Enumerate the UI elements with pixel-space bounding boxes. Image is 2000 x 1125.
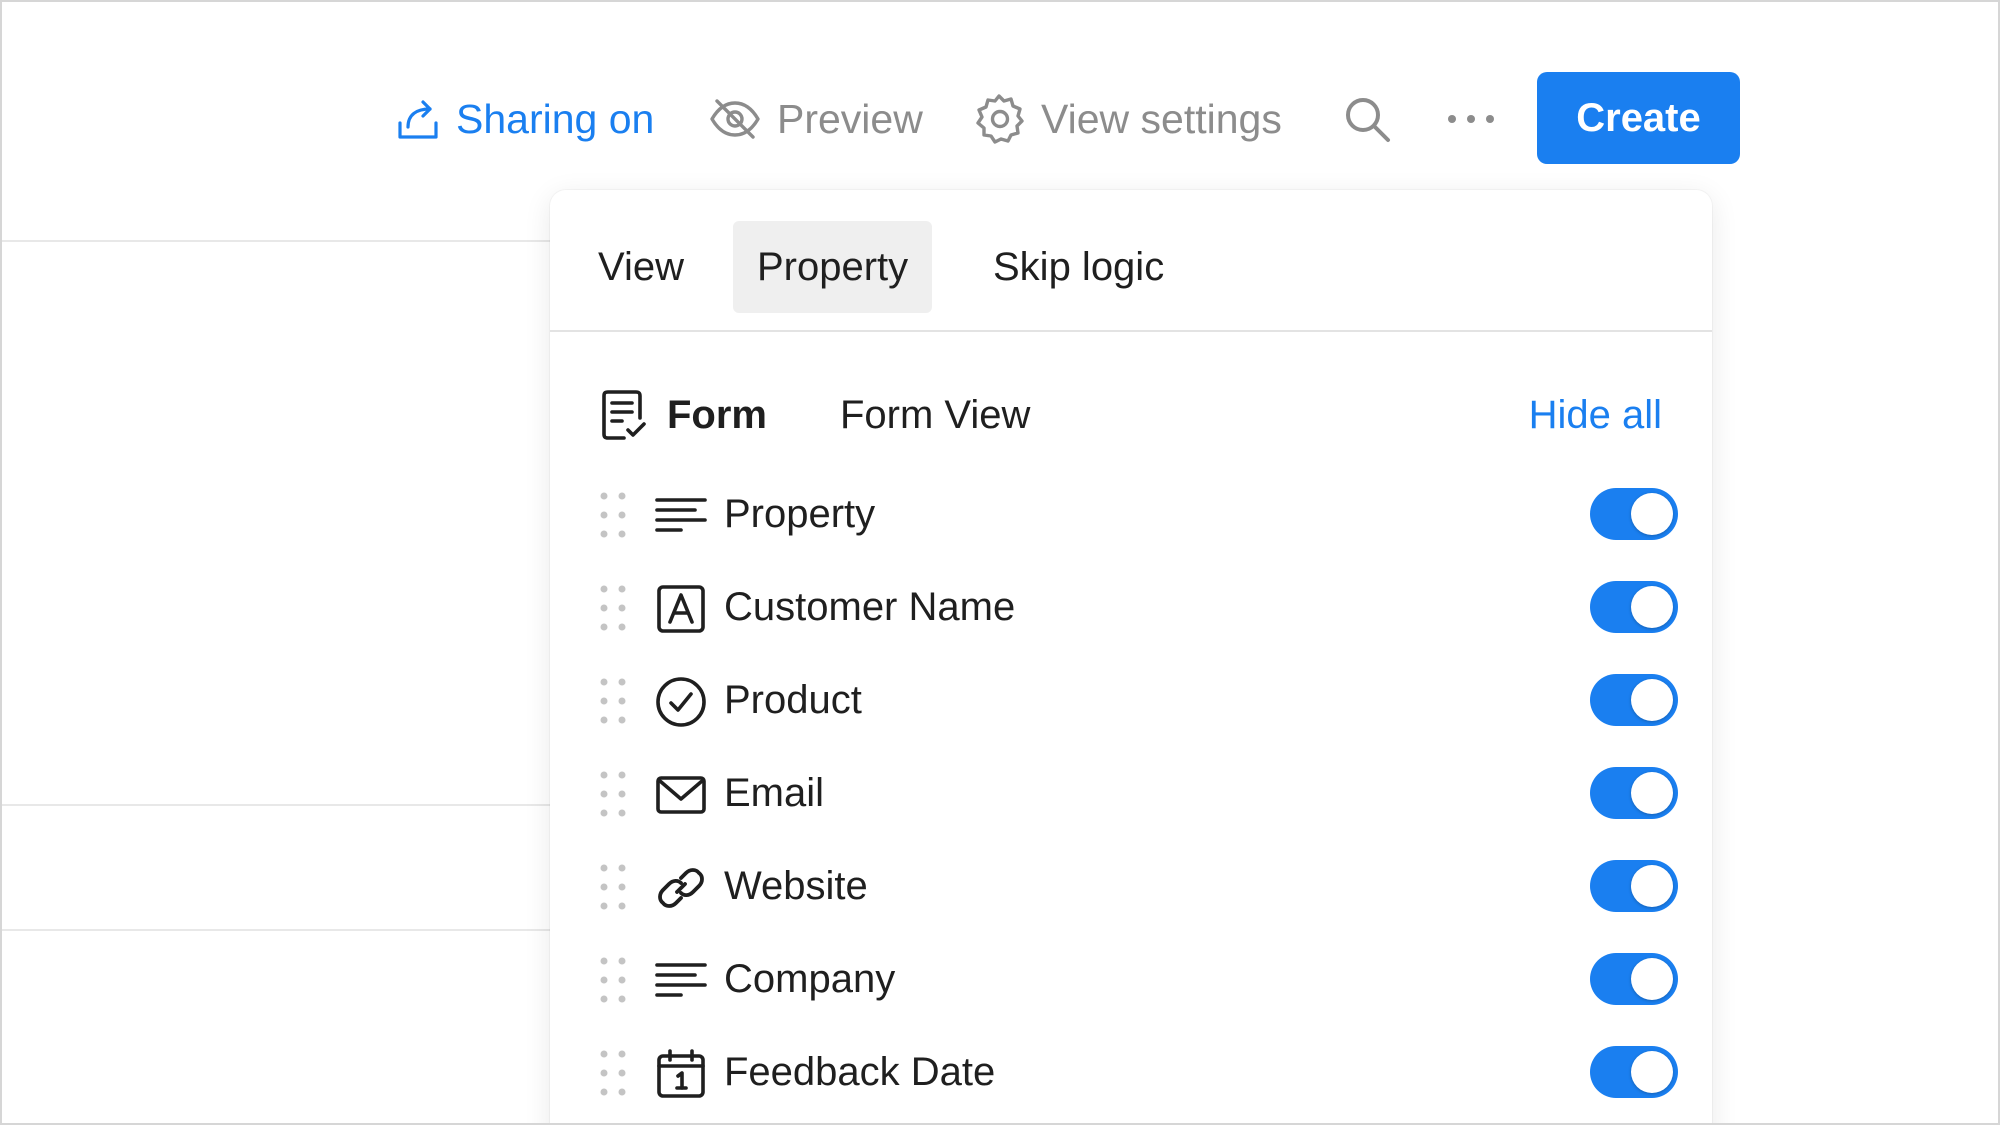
create-button[interactable]: Create: [1537, 72, 1740, 164]
gear-icon: [973, 93, 1025, 145]
toggle-knob: [1631, 865, 1673, 907]
property-row-company: Company: [550, 933, 1712, 1026]
eye-off-icon: [709, 97, 761, 141]
property-row-product: Product: [550, 654, 1712, 747]
toggle-knob: [1631, 493, 1673, 535]
visibility-toggle[interactable]: [1590, 581, 1678, 633]
search-button[interactable]: [1342, 72, 1392, 166]
visibility-toggle[interactable]: [1590, 674, 1678, 726]
property-row-website: Website: [550, 840, 1712, 933]
property-label: Property: [724, 492, 876, 536]
visibility-toggle[interactable]: [1590, 1046, 1678, 1098]
search-icon: [1342, 94, 1392, 144]
form-view-name: Form View: [840, 392, 1031, 437]
view-settings-button[interactable]: View settings: [973, 72, 1282, 166]
toggle-knob: [1631, 958, 1673, 1000]
visibility-toggle[interactable]: [1590, 767, 1678, 819]
tab-view[interactable]: View: [574, 221, 708, 313]
view-settings-label: View settings: [1041, 95, 1282, 142]
drag-handle-icon[interactable]: [598, 491, 628, 544]
property-list: Property Customer Name Product Email Web…: [550, 468, 1712, 1119]
title-a-icon: [655, 583, 707, 635]
toggle-knob: [1631, 772, 1673, 814]
visibility-toggle[interactable]: [1590, 953, 1678, 1005]
app-window: Sharing on Preview View settings Create …: [0, 0, 2000, 1125]
drag-handle-icon[interactable]: [598, 677, 628, 730]
property-row-feedback-date: Feedback Date: [550, 1026, 1712, 1119]
toggle-knob: [1631, 1051, 1673, 1093]
tab-property[interactable]: Property: [733, 221, 933, 313]
form-type-label: Form: [667, 392, 767, 437]
more-options-button[interactable]: [1446, 72, 1496, 166]
check-circle-icon: [655, 676, 707, 728]
property-row-email: Email: [550, 747, 1712, 840]
more-dots-icon: [1446, 113, 1496, 125]
sharing-label: Sharing on: [456, 95, 655, 142]
property-row-customer-name: Customer Name: [550, 561, 1712, 654]
text-lines-icon: [655, 955, 707, 1007]
drag-handle-icon[interactable]: [598, 863, 628, 916]
sharing-button[interactable]: Sharing on: [396, 72, 654, 166]
property-label: Product: [724, 678, 862, 722]
property-label: Customer Name: [724, 585, 1016, 629]
preview-label: Preview: [777, 95, 923, 142]
view-settings-panel: View Property Skip logic Form Form View …: [550, 190, 1712, 1123]
property-label: Website: [724, 864, 868, 908]
hide-all-button[interactable]: Hide all: [1529, 380, 1662, 450]
form-icon: [600, 388, 648, 447]
visibility-toggle[interactable]: [1590, 860, 1678, 912]
property-label: Email: [724, 771, 825, 815]
link-icon: [655, 862, 707, 914]
background-divider: [2, 929, 562, 931]
property-label: Feedback Date: [724, 1050, 996, 1094]
drag-handle-icon[interactable]: [598, 584, 628, 637]
drag-handle-icon[interactable]: [598, 770, 628, 823]
property-row-property: Property: [550, 468, 1712, 561]
visibility-toggle[interactable]: [1590, 488, 1678, 540]
share-icon: [396, 97, 440, 141]
background-divider: [2, 240, 562, 242]
preview-button[interactable]: Preview: [709, 72, 923, 166]
panel-tabs: View Property Skip logic: [550, 221, 1712, 313]
tab-skip-logic[interactable]: Skip logic: [969, 221, 1188, 313]
toggle-knob: [1631, 679, 1673, 721]
background-divider: [2, 804, 562, 806]
toggle-knob: [1631, 586, 1673, 628]
property-label: Company: [724, 957, 896, 1001]
tabs-divider: [550, 330, 1712, 332]
envelope-icon: [655, 769, 707, 821]
form-header: Form Form View Hide all: [600, 380, 1662, 450]
calendar-icon: [655, 1048, 707, 1100]
toolbar: Sharing on Preview View settings Create: [2, 72, 1998, 166]
text-lines-icon: [655, 490, 707, 542]
drag-handle-icon[interactable]: [598, 956, 628, 1009]
drag-handle-icon[interactable]: [598, 1049, 628, 1102]
